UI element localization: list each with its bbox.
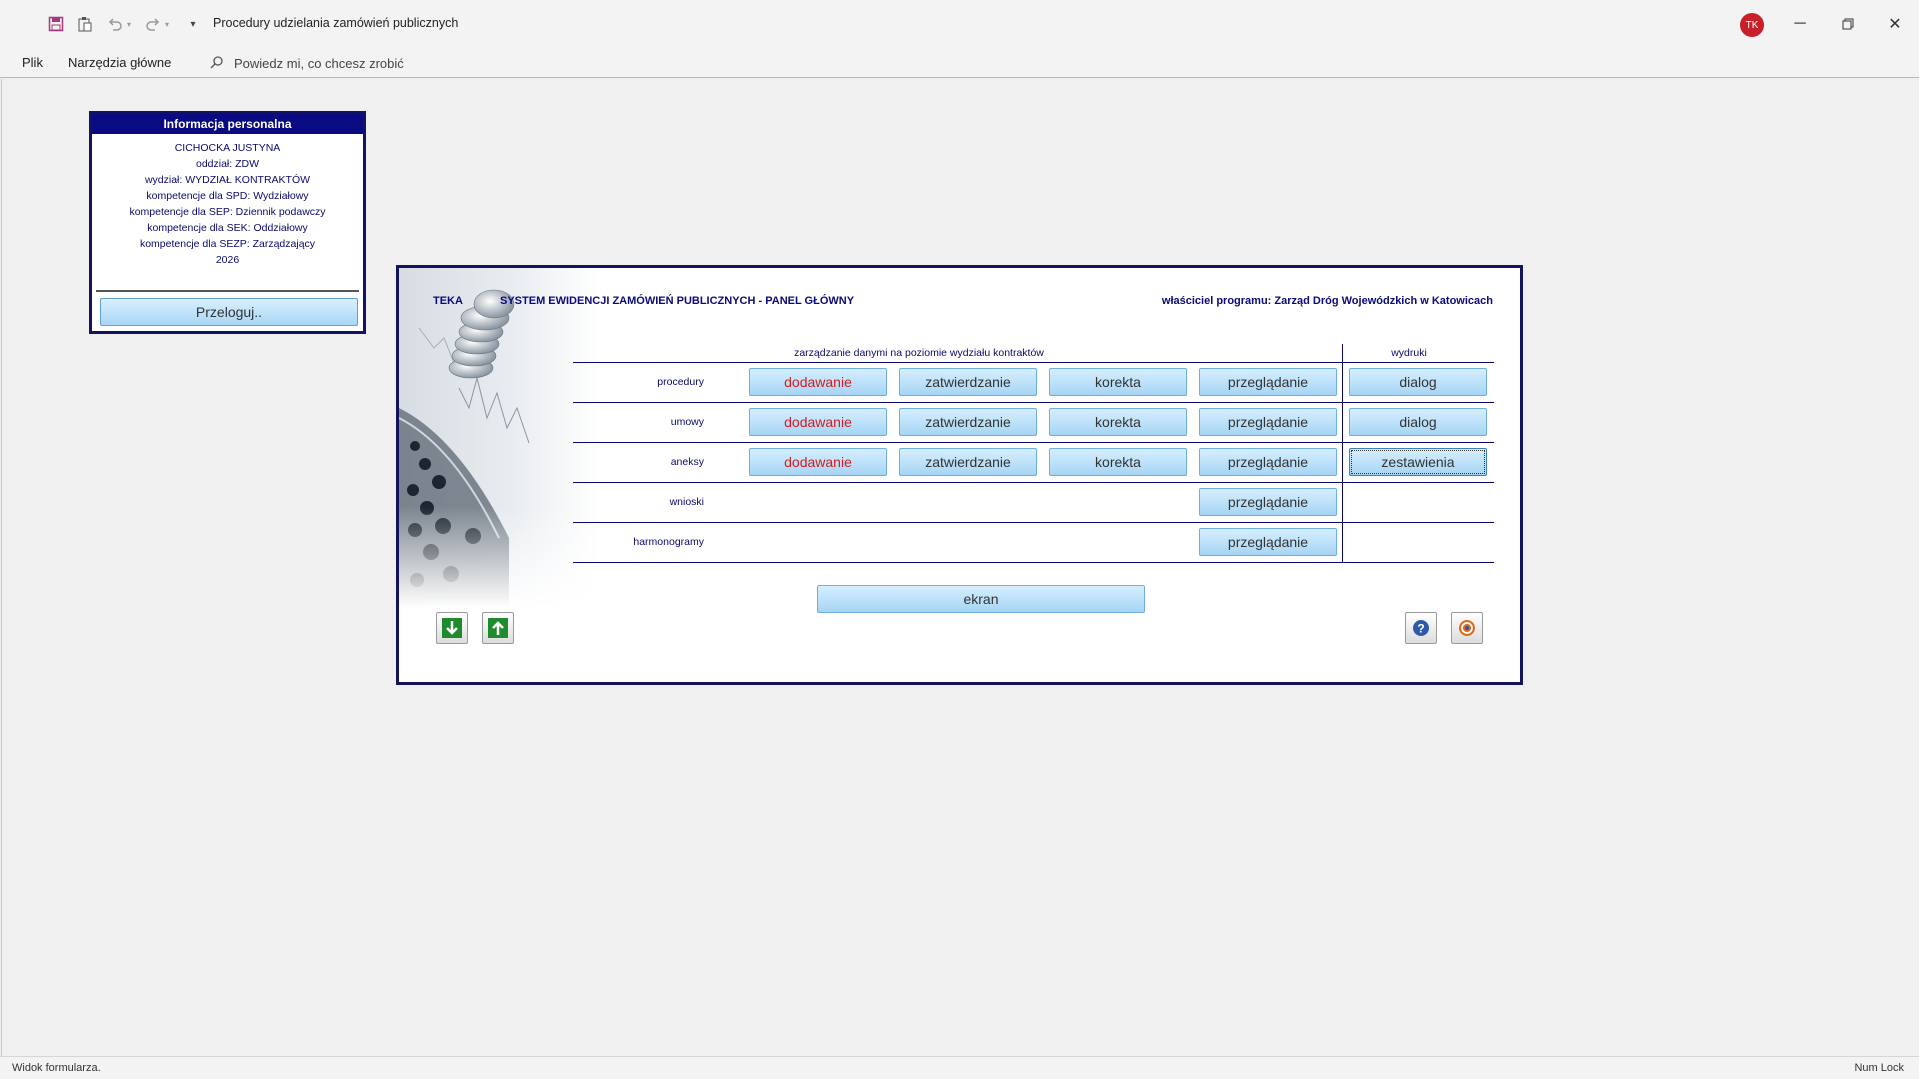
program-owner-label: właściciel programu: Zarząd Dróg Wojewód… bbox=[1161, 295, 1493, 307]
procedures-print-dialog-button[interactable]: dialog bbox=[1349, 368, 1487, 396]
info-user-name: CICHOCKA JUSTYNA bbox=[174, 142, 281, 154]
arrow-down-icon bbox=[442, 618, 462, 638]
avatar[interactable]: TK bbox=[1740, 13, 1764, 37]
annexes-correct-button[interactable]: korekta bbox=[1049, 448, 1187, 476]
help-icon: ? bbox=[1413, 620, 1429, 636]
row-label-annexes: aneksy bbox=[670, 456, 704, 468]
grid-divider bbox=[1342, 344, 1343, 562]
row-label-requests: wnioski bbox=[669, 496, 704, 508]
info-competence-sep: kompetencje dla SEP: Dziennik podawczy bbox=[129, 206, 326, 218]
grid-line bbox=[573, 562, 1494, 563]
procedures-approve-button[interactable]: zatwierdzanie bbox=[899, 368, 1037, 396]
info-competence-sezp: kompetencje dla SEZP: Zarządzający bbox=[139, 238, 316, 250]
system-title: SYSTEM EWIDENCJI ZAMÓWIEŃ PUBLICZNYCH - … bbox=[500, 295, 855, 307]
contracts-approve-button[interactable]: zatwierdzanie bbox=[899, 408, 1037, 436]
screen-button[interactable]: ekran bbox=[817, 585, 1145, 613]
contracts-add-button[interactable]: dodawanie bbox=[749, 408, 887, 436]
finance-photo-image bbox=[399, 268, 599, 608]
personal-info-panel: Informacja personalna CICHOCKA JUSTYNA o… bbox=[89, 111, 366, 334]
divider bbox=[96, 290, 359, 292]
help-button[interactable]: ? bbox=[1405, 612, 1437, 644]
redo-dropdown-icon[interactable]: ▾ bbox=[162, 14, 172, 34]
minimize-icon[interactable]: ─ bbox=[1785, 12, 1815, 36]
numlock-indicator: Num Lock bbox=[1854, 1062, 1904, 1074]
power-exit-icon bbox=[1459, 620, 1475, 636]
exit-button[interactable] bbox=[1451, 612, 1483, 644]
app-name-label: TEKA bbox=[433, 295, 463, 307]
annexes-summaries-button[interactable]: zestawienia bbox=[1349, 448, 1487, 476]
procedures-correct-button[interactable]: korekta bbox=[1049, 368, 1187, 396]
info-lines: CICHOCKA JUSTYNA oddział: ZDW wydział: W… bbox=[92, 140, 363, 268]
info-branch: oddział: ZDW bbox=[195, 158, 259, 170]
contracts-print-dialog-button[interactable]: dialog bbox=[1349, 408, 1487, 436]
management-section-header: zarządzanie danymi na poziomie wydziału … bbox=[794, 347, 1044, 359]
main-panel: TEKA SYSTEM EWIDENCJI ZAMÓWIEŃ PUBLICZNY… bbox=[396, 265, 1523, 685]
import-down-button[interactable] bbox=[436, 612, 468, 644]
tell-me-placeholder: Powiedz mi, co chcesz zrobić bbox=[234, 55, 404, 71]
arrow-up-icon bbox=[488, 618, 508, 638]
grid-line bbox=[573, 402, 1494, 403]
restore-icon[interactable] bbox=[1833, 12, 1863, 36]
schedules-browse-button[interactable]: przeglądanie bbox=[1199, 528, 1337, 556]
ribbon-menu: Plik Narzędzia główne Powiedz mi, co chc… bbox=[0, 48, 1919, 78]
relogin-button[interactable]: Przeloguj.. bbox=[100, 298, 358, 326]
undo-dropdown-icon[interactable]: ▾ bbox=[124, 14, 134, 34]
row-label-procedures: procedury bbox=[657, 376, 704, 388]
row-label-schedules: harmonogramy bbox=[633, 536, 704, 548]
title-bar: ▾ ▾ ▾ Procedury udzielania zamówień publ… bbox=[0, 0, 1919, 48]
grid-line bbox=[573, 362, 1494, 363]
save-icon[interactable] bbox=[46, 14, 66, 34]
info-competence-sek: kompetencje dla SEK: Oddziałowy bbox=[147, 222, 308, 234]
window-title: Procedury udzielania zamówień publicznyc… bbox=[213, 16, 459, 30]
grid-line bbox=[573, 522, 1494, 523]
grid-line bbox=[573, 442, 1494, 443]
info-competence-spd: kompetencje dla SPD: Wydziałowy bbox=[146, 190, 309, 202]
customize-toolbar-icon[interactable]: ▾ bbox=[183, 14, 203, 34]
row-label-contracts: umowy bbox=[670, 416, 704, 428]
menu-file[interactable]: Plik bbox=[22, 55, 43, 70]
info-department: wydział: WYDZIAŁ KONTRAKTÓW bbox=[144, 174, 311, 186]
undo-icon[interactable] bbox=[105, 14, 125, 34]
export-up-button[interactable] bbox=[482, 612, 514, 644]
info-panel-title: Informacja personalna bbox=[92, 114, 363, 134]
requests-browse-button[interactable]: przeglądanie bbox=[1199, 488, 1337, 516]
clipboard-icon[interactable] bbox=[75, 14, 95, 34]
annexes-browse-button[interactable]: przeglądanie bbox=[1199, 448, 1337, 476]
search-icon bbox=[210, 55, 224, 72]
status-bar: Widok formularza. Num Lock bbox=[0, 1056, 1919, 1079]
tell-me-search[interactable]: Powiedz mi, co chcesz zrobić bbox=[210, 53, 404, 73]
info-year: 2026 bbox=[215, 254, 240, 266]
status-text: Widok formularza. bbox=[12, 1062, 101, 1074]
redo-icon[interactable] bbox=[143, 14, 163, 34]
svg-text:?: ? bbox=[1417, 622, 1424, 636]
contracts-correct-button[interactable]: korekta bbox=[1049, 408, 1187, 436]
annexes-approve-button[interactable]: zatwierdzanie bbox=[899, 448, 1037, 476]
contracts-browse-button[interactable]: przeglądanie bbox=[1199, 408, 1337, 436]
procedures-browse-button[interactable]: przeglądanie bbox=[1199, 368, 1337, 396]
procedures-add-button[interactable]: dodawanie bbox=[749, 368, 887, 396]
printouts-section-header: wydruki bbox=[1391, 347, 1427, 359]
annexes-add-button[interactable]: dodawanie bbox=[749, 448, 887, 476]
grid-line bbox=[573, 482, 1494, 483]
menu-home[interactable]: Narzędzia główne bbox=[68, 55, 171, 70]
close-icon[interactable]: ✕ bbox=[1880, 12, 1910, 36]
